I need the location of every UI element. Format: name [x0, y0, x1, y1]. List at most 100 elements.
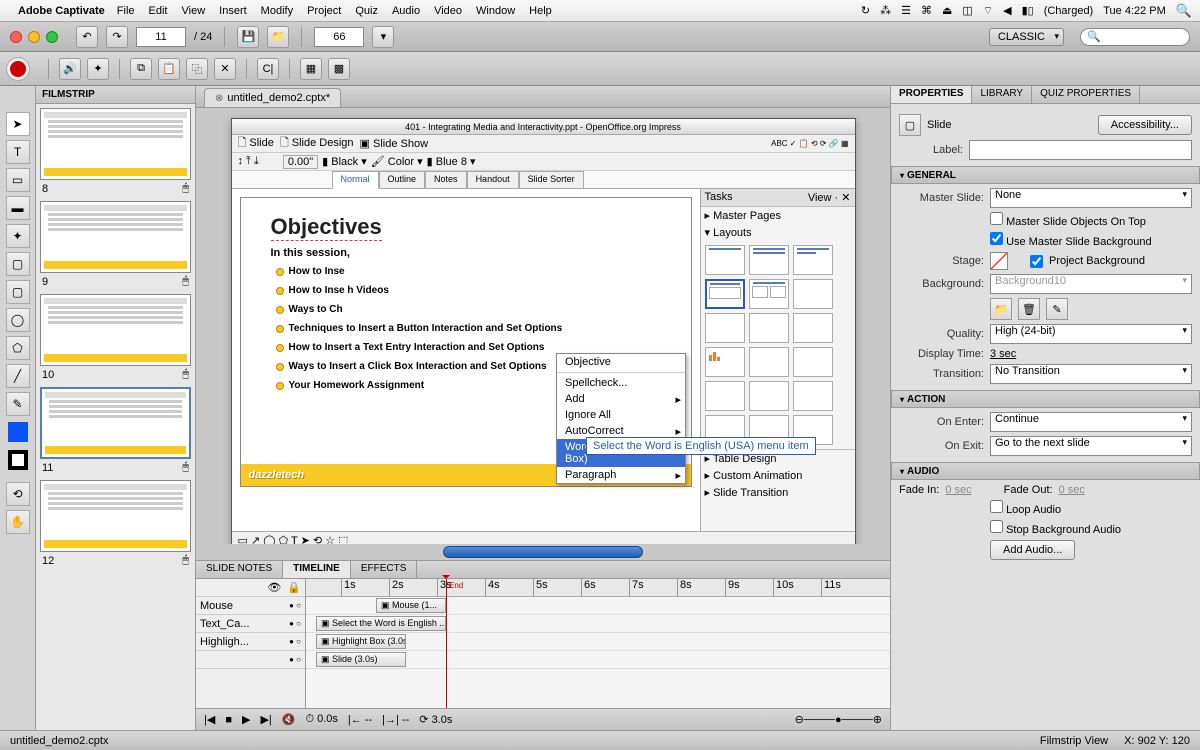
zoom-field[interactable] — [314, 27, 364, 47]
fill-color-swatch[interactable] — [8, 422, 28, 442]
playhead[interactable]: End — [446, 579, 447, 708]
bg-edit-button[interactable]: ✎ — [1046, 298, 1068, 320]
filmstrip-slide-12[interactable]: 12🖱 — [40, 480, 191, 567]
bg-browse-button[interactable]: 📁 — [990, 298, 1012, 320]
menu-project[interactable]: Project — [307, 5, 341, 17]
minimize-window-icon[interactable] — [28, 31, 40, 43]
timeline-clip[interactable]: ▣ Slide (3.0s) — [316, 652, 406, 667]
on-exit-select[interactable]: Go to the next slide — [990, 436, 1192, 456]
stop-button[interactable]: ■ — [225, 714, 232, 726]
eyedropper-tool[interactable]: ⟲ — [6, 482, 30, 506]
context-menu-item[interactable]: Ignore All — [557, 407, 685, 423]
context-menu-item[interactable]: Spellcheck... — [557, 375, 685, 391]
filmstrip-slide-11[interactable]: 11🖱 — [40, 387, 191, 474]
tab-timeline[interactable]: TIMELINE — [283, 561, 351, 578]
redo-button[interactable]: ↷ — [106, 26, 128, 48]
timeline-track-name[interactable]: Mouse● ○ — [196, 597, 305, 615]
context-menu-item[interactable]: Objective — [557, 354, 685, 370]
section-general[interactable]: GENERAL — [891, 166, 1200, 184]
menu-modify[interactable]: Modify — [261, 5, 293, 17]
sync-icon[interactable]: ↻ — [861, 4, 870, 17]
hand-tool[interactable]: ✋ — [6, 510, 30, 534]
section-action[interactable]: ACTION — [891, 390, 1200, 408]
document-tab[interactable]: ⊗ untitled_demo2.cptx* — [204, 88, 341, 107]
bg-delete-button[interactable]: 🗑 — [1018, 298, 1040, 320]
copy-button[interactable]: ⧉ — [130, 58, 152, 80]
grid-button[interactable]: ▦ — [300, 58, 322, 80]
timeline-clip[interactable]: ▣ Mouse (1... — [376, 598, 446, 613]
tab-quiz-properties[interactable]: QUIZ PROPERTIES — [1032, 86, 1140, 103]
text-tool[interactable]: T — [6, 140, 30, 164]
rewind-button[interactable]: |◀ — [204, 713, 215, 726]
context-menu-item[interactable]: Add — [557, 391, 685, 407]
close-window-icon[interactable] — [10, 31, 22, 43]
shape-tool[interactable]: ▭ — [6, 168, 30, 192]
spotlight-icon[interactable]: 🔍 — [1176, 3, 1192, 19]
timeline-track-name[interactable]: ● ○ — [196, 651, 305, 669]
cb-stop-bg-audio[interactable] — [990, 520, 1003, 533]
rounded-rect-tool[interactable]: ▢ — [6, 280, 30, 304]
paste-button[interactable]: 📋 — [158, 58, 180, 80]
battery-icon[interactable]: ▮▯ — [1022, 4, 1034, 17]
duplicate-button[interactable]: ⿻ — [186, 58, 208, 80]
cb-loop-audio[interactable] — [990, 500, 1003, 513]
close-tab-icon[interactable]: ⊗ — [215, 93, 223, 104]
on-enter-select[interactable]: Continue — [990, 412, 1192, 432]
keyboard-icon[interactable]: ⌘ — [921, 4, 932, 17]
menu-video[interactable]: Video — [434, 5, 462, 17]
highlight-tool[interactable]: ▬ — [6, 196, 30, 220]
maximize-window-icon[interactable] — [46, 31, 58, 43]
undo-button[interactable]: ↶ — [76, 26, 98, 48]
mute-button[interactable]: 🔇 — [282, 713, 296, 726]
timeline-track-name[interactable]: Text_Ca...● ○ — [196, 615, 305, 633]
menu-help[interactable]: Help — [529, 5, 552, 17]
marker-out-button[interactable]: |→| -- — [382, 714, 409, 726]
display-time-value[interactable]: 3 sec — [990, 348, 1016, 360]
stage-color-swatch[interactable] — [990, 252, 1008, 270]
stage[interactable]: 401 - Integrating Media and Interactivit… — [196, 108, 890, 544]
accessibility-button[interactable]: Accessibility... — [1098, 115, 1192, 135]
stroke-color-swatch[interactable] — [8, 450, 28, 470]
filmstrip-slide-10[interactable]: 10🖱 — [40, 294, 191, 381]
captured-tab-normal[interactable]: Normal — [332, 171, 379, 189]
rect-tool[interactable]: ▢ — [6, 252, 30, 276]
menu-insert[interactable]: Insert — [219, 5, 247, 17]
background-select[interactable]: Background10 — [990, 274, 1192, 294]
fx-button[interactable]: ✦ — [87, 58, 109, 80]
timeline-track-name[interactable]: Highligh...● ○ — [196, 633, 305, 651]
captured-tab-notes[interactable]: Notes — [425, 171, 467, 188]
workspace-switcher[interactable]: CLASSIC — [989, 28, 1064, 46]
lock-icon[interactable]: 🔒 — [287, 581, 301, 594]
tab-effects[interactable]: EFFECTS — [351, 561, 418, 578]
tab-library[interactable]: LIBRARY — [972, 86, 1032, 103]
selection-tool[interactable]: ➤ — [6, 112, 30, 136]
fade-in-value[interactable]: 0 sec — [945, 484, 971, 496]
menu-edit[interactable]: Edit — [149, 5, 168, 17]
context-menu[interactable]: ObjectiveSpellcheck...AddIgnore AllAutoC… — [556, 353, 686, 484]
eye-icon[interactable]: 👁 — [267, 581, 281, 594]
search-input[interactable]: 🔍 — [1080, 28, 1190, 46]
line-tool[interactable]: ╱ — [6, 364, 30, 388]
display-icon[interactable]: ◫ — [962, 4, 972, 17]
master-slide-select[interactable]: None — [990, 188, 1192, 208]
volume-icon[interactable]: ◀ — [1003, 4, 1011, 17]
add-audio-button[interactable]: Add Audio... — [990, 540, 1075, 560]
menu-file[interactable]: File — [117, 5, 135, 17]
polygon-tool[interactable]: ⬠ — [6, 336, 30, 360]
captured-tab-sorter[interactable]: Slide Sorter — [519, 171, 584, 188]
window-controls[interactable] — [10, 31, 58, 43]
click-tool[interactable]: ✦ — [6, 224, 30, 248]
transition-select[interactable]: No Transition — [990, 364, 1192, 384]
cb-project-bg[interactable] — [1030, 255, 1043, 268]
eject-icon[interactable]: ⏏ — [942, 4, 952, 17]
open-button[interactable]: 📁 — [267, 26, 289, 48]
menu-view[interactable]: View — [182, 5, 206, 17]
delete-button[interactable]: ✕ — [214, 58, 236, 80]
section-audio[interactable]: AUDIO — [891, 462, 1200, 480]
forward-button[interactable]: ▶| — [260, 713, 271, 726]
snap-button[interactable]: ▩ — [328, 58, 350, 80]
menu-extras-icon[interactable]: ☰ — [901, 4, 911, 17]
record-button[interactable] — [10, 61, 26, 77]
filmstrip-slide-9[interactable]: 9🖱 — [40, 201, 191, 288]
menu-quiz[interactable]: Quiz — [355, 5, 378, 17]
